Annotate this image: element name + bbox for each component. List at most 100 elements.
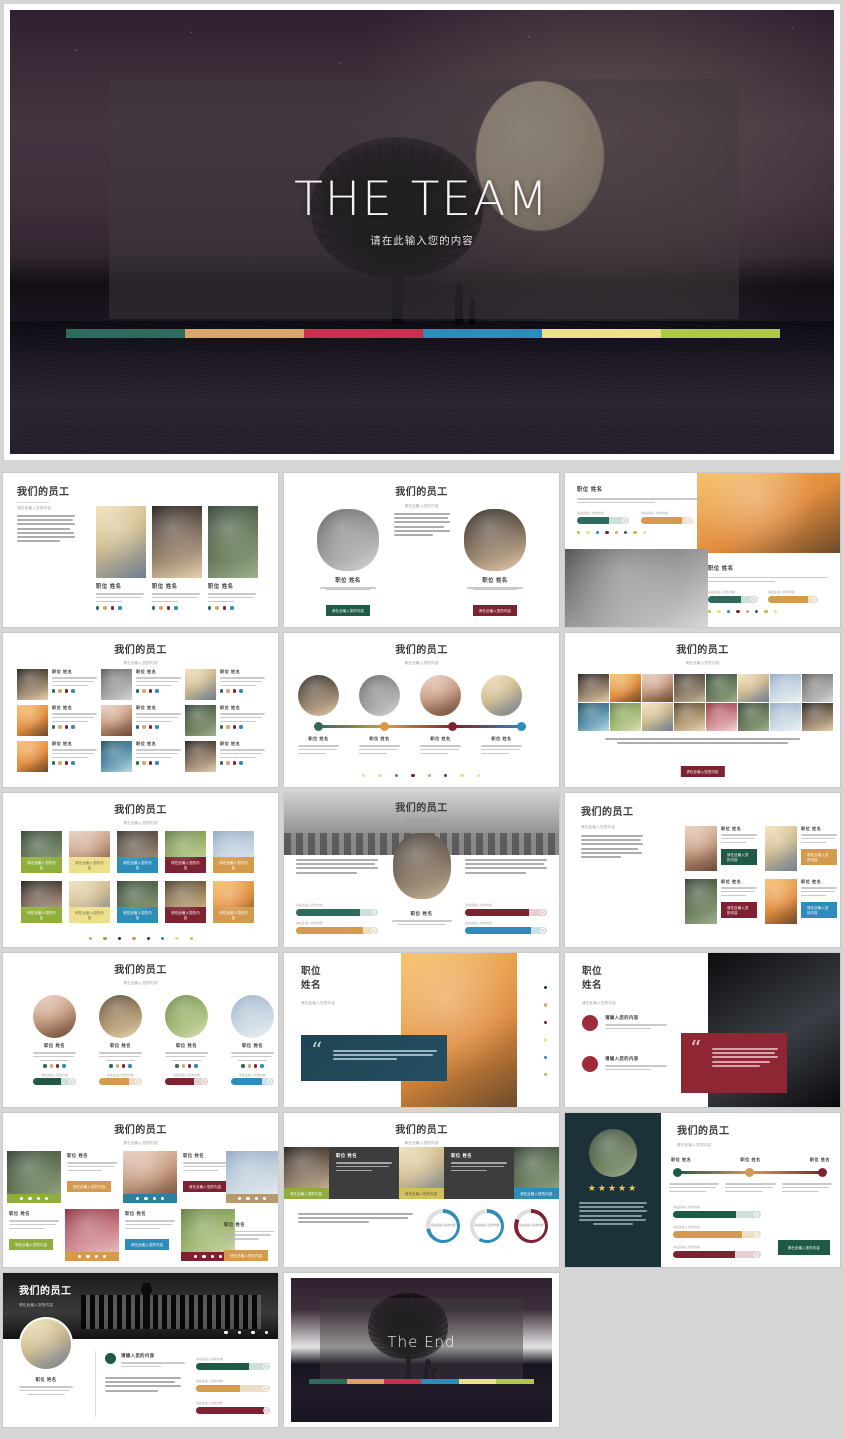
cta-button[interactable]: 请在此输入您的内容 [117,857,158,873]
profile-card[interactable]: 职位 姓名 请在此输入您的内容 [165,995,208,1086]
cta-button[interactable]: 请在此输入您的内容 [125,1239,170,1251]
progress-bar[interactable] [231,1078,274,1086]
slide-thumbnail-15[interactable]: ★★★★★ 我们的员工 请在此输入您的内容 职位 姓名 职位 姓名 职位 姓名 [565,1113,840,1267]
slide-thumbnail-5[interactable]: 我们的员工 请在此输入您的内容 职位 姓名 职位 姓名 职位 姓名 职位 姓名 [284,633,559,787]
progress-bar[interactable] [673,1250,761,1258]
cta-button[interactable]: 请在此输入您的内容 [284,1188,329,1199]
profile-card[interactable]: 职位 姓名 请在此输入您的内容 [464,509,526,617]
list-item[interactable]: 职位 姓名 [17,741,97,772]
cta-button[interactable]: 请在此输入您的内容 [165,907,206,923]
slide-thumbnail-8[interactable]: 我们的员工 请在此输入您的内容 职位 姓名 请在此输入您的内容 请在此输入您的内… [284,793,559,947]
slide-thumbnail-9[interactable]: 我们的员工 请在此输入您的内容 职位 姓名 请在此输入您的内容 职位 姓名 请在… [565,793,840,947]
profile-card[interactable]: 职位 姓名 请在此输入您的内容 [765,826,837,871]
photo-card[interactable]: 请在此输入您的内容 [165,831,206,873]
progress-bar[interactable] [465,926,547,934]
slide-thumbnail-6[interactable]: 我们的员工 请在此输入您的内容 请在此输入您的内容 [565,633,840,787]
profile-card[interactable]: 职位 姓名 请在此输入您的内容 [765,879,837,924]
thumb-cell[interactable]: 我们的员工 请在此输入您的内容 职位 姓名 请在此输入您的内容 [562,790,843,950]
progress-bar[interactable] [33,1078,76,1086]
slide-thumbnail-11[interactable]: 职位 姓名 请在此输入您的内容 “ [284,953,559,1107]
avatar[interactable] [359,675,400,716]
cta-button[interactable]: 请在此输入您的内容 [472,605,518,617]
avatar[interactable] [420,675,461,716]
thumb-cell[interactable]: 我们的员工 请在此输入您的内容 职位 姓名 职位 姓名 职位 姓名 [0,470,281,630]
thumb-cell[interactable]: 我们的员工 请在此输入您的内容 请在此输入您的内容 [562,630,843,790]
cta-button[interactable]: 请在此输入您的内容 [21,857,62,873]
photo-card[interactable]: 请在此输入您的内容 [117,831,158,873]
cta-button[interactable]: 请在此输入您的内容 [399,1188,444,1199]
cta-button[interactable]: 请在此输入您的内容 [165,857,206,873]
slide-thumbnail-12[interactable]: 职位 姓名 请在此输入您的内容 请输入您的内容 请输入您的内容 “ [565,953,840,1107]
cta-button[interactable]: 请在此输入您的内容 [721,849,757,866]
thumb-cell[interactable]: ★★★★★ 我们的员工 请在此输入您的内容 职位 姓名 职位 姓名 职位 姓名 [562,1110,843,1270]
profile-card[interactable]: 职位 姓名 请在此输入您的内容 [685,826,757,871]
cta-button[interactable]: 请在此输入您的内容 [325,605,371,617]
cta-button[interactable]: 请在此输入您的内容 [801,849,837,866]
thumb-cell[interactable]: 我们的员工 请在此输入您的内容 职位 姓名 请在此输入您的内容 [281,790,562,950]
photo-tile[interactable] [7,1151,61,1203]
thumb-cell[interactable]: 我们的员工 请在此输入您的内容 职位 姓名 请在此输入您的内容 职位 姓名 请在… [0,1110,281,1270]
slide-thumbnail-4[interactable]: 我们的员工 请在此输入您的内容 职位 姓名 职位 姓名 职位 姓名 职位 姓名 … [3,633,278,787]
cta-button[interactable]: 请在此输入您的内容 [69,907,110,923]
list-item[interactable]: 职位 姓名 [185,741,265,772]
profile-card[interactable]: 职位 姓名 请在此输入您的内容 [99,995,142,1086]
avatar[interactable] [589,1129,637,1177]
thumb-cell[interactable]: 我们的员工 请在此输入您的内容 职位 姓名 请在此输入您的内容 职位 姓名 请在… [281,470,562,630]
cta-button[interactable]: 请在此输入您的内容 [514,1188,559,1199]
list-item[interactable]: 职位 姓名 [17,669,97,700]
photo-card[interactable]: 请在此输入您的内容 [21,831,62,873]
cta-button[interactable]: 请在此输入您的内容 [213,907,254,923]
progress-bar[interactable] [196,1406,270,1414]
avatar[interactable] [481,675,522,716]
photo-card[interactable]: 请在此输入您的内容 [213,881,254,923]
progress-bar[interactable] [673,1230,761,1238]
progress-bar[interactable] [708,595,758,603]
title-slide[interactable]: THE TEAM 请在此输入您的内容 [4,4,840,460]
photo-card[interactable]: 请在此输入您的内容 [213,831,254,873]
list-item[interactable]: 职位 姓名 [185,669,265,700]
progress-bar[interactable] [577,516,629,524]
slide-thumbnail-14[interactable]: 我们的员工 请在此输入您的内容 请在此输入您的内容 职位 姓名 请在此输入您的内… [284,1113,559,1267]
progress-bar[interactable] [196,1362,270,1370]
cta-button[interactable]: 请在此输入您的内容 [680,766,725,777]
avatar[interactable] [392,833,451,899]
progress-bar[interactable] [673,1210,761,1218]
thumb-cell[interactable]: 我们的员工 请在此输入您的内容 请在此输入您的内容 职位 姓名 请在此输入您的内… [281,1110,562,1270]
progress-bar[interactable] [165,1078,208,1086]
cta-button[interactable]: 请在此输入您的内容 [721,902,757,919]
profile-card[interactable]: 职位 姓名 请在此输入您的内容 [33,995,76,1086]
slide-thumbnail-1[interactable]: 我们的员工 请在此输入您的内容 职位 姓名 职位 姓名 职位 姓名 [3,473,278,627]
list-item[interactable]: 职位 姓名 [17,705,97,736]
thumb-cell[interactable]: 职位 姓名 请在此输入您的内容 请在此输入您的内容 职位 姓名 请在此输入您的内… [562,470,843,630]
cta-button[interactable]: 请在此输入您的内容 [21,907,62,923]
slide-thumbnail-3[interactable]: 职位 姓名 请在此输入您的内容 请在此输入您的内容 职位 姓名 请在此输入您的内… [565,473,840,627]
progress-bar[interactable] [296,908,378,916]
progress-bar[interactable] [641,516,693,524]
profile-card[interactable]: 职位 姓名 [152,506,202,610]
cta-button[interactable]: 请在此输入您的内容 [9,1239,54,1251]
cta-button[interactable]: 请在此输入您的内容 [183,1181,228,1193]
list-item[interactable]: 职位 姓名 [101,669,181,700]
photo-mosaic[interactable] [578,674,833,731]
list-item[interactable]: 职位 姓名 [101,705,181,736]
photo-card[interactable]: 请在此输入您的内容 [21,881,62,923]
slide-thumbnail-2[interactable]: 我们的员工 请在此输入您的内容 职位 姓名 请在此输入您的内容 职位 姓名 请在… [284,473,559,627]
slide-thumbnail-16[interactable]: 我们的员工 请在此输入您的内容 职位 姓名 请输入您的内容 请在此输入您的内容 … [3,1273,278,1427]
thumb-cell[interactable]: 我们的员工 请在此输入您的内容 请在此输入您的内容 请在此输入您的内容 请在此输… [0,790,281,950]
profile-card[interactable]: 职位 姓名 请在此输入您的内容 [685,879,757,924]
slide-thumbnail-13[interactable]: 我们的员工 请在此输入您的内容 职位 姓名 请在此输入您的内容 职位 姓名 请在… [3,1113,278,1267]
thumb-cell[interactable]: 我们的员工 请在此输入您的内容 职位 姓名 职位 姓名 职位 姓名 职位 姓名 … [0,630,281,790]
cta-button[interactable]: 请在此输入您的内容 [117,907,158,923]
thumb-cell[interactable]: 职位 姓名 请在此输入您的内容 请输入您的内容 请输入您的内容 “ [562,950,843,1110]
photo-card[interactable]: 请在此输入您的内容 [165,881,206,923]
photo-card[interactable]: 请在此输入您的内容 [69,881,110,923]
slide-thumbnail-17[interactable]: The End [284,1273,559,1427]
photo-strip[interactable]: 请在此输入您的内容 职位 姓名 请在此输入您的内容 职位 姓名 请在此输入您的内… [284,1147,559,1199]
list-item[interactable]: 职位 姓名 [185,705,265,736]
profile-card[interactable]: 职位 姓名 [96,506,146,610]
slide-thumbnail-10[interactable]: 我们的员工 请在此输入您的内容 职位 姓名 请在此输入您的内容 职位 姓名 请在… [3,953,278,1107]
cta-button[interactable]: 请在此输入您的内容 [224,1250,269,1261]
cta-button[interactable]: 请在此输入您的内容 [801,902,837,919]
progress-bar[interactable] [465,908,547,916]
cta-button[interactable]: 请在此输入您的内容 [213,857,254,873]
